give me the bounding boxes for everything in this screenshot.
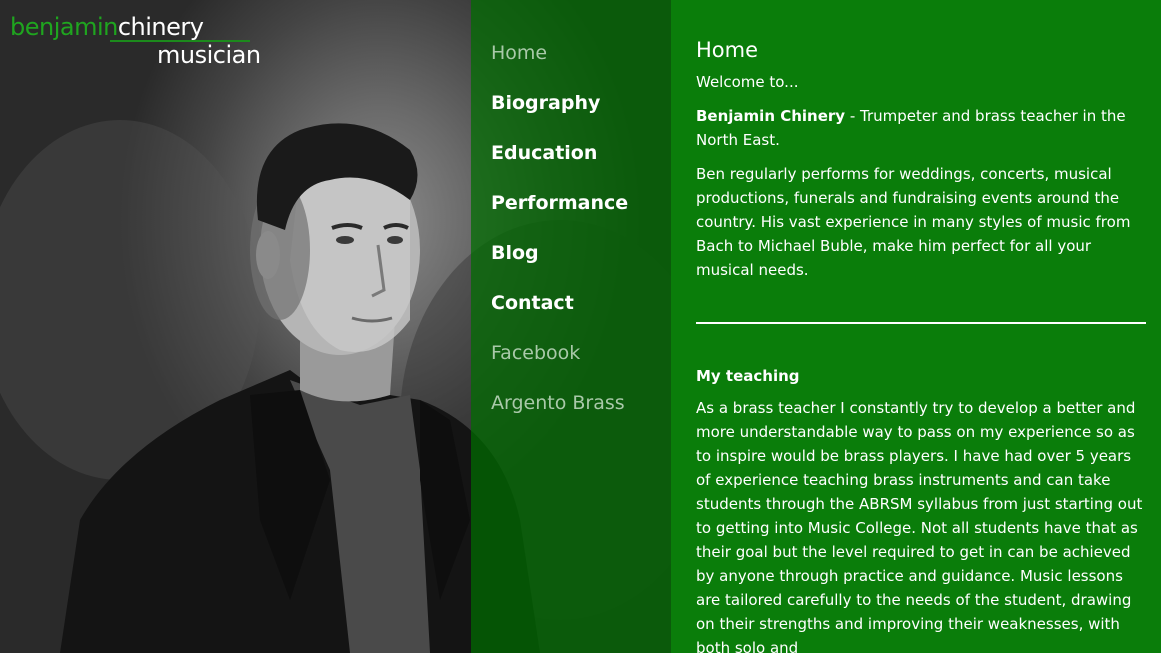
main-navigation: Home Biography Education Performance Blo…: [471, 0, 671, 653]
nav-item-education[interactable]: Education: [491, 141, 597, 165]
main-content: Home Welcome to... Benjamin Chinery - Tr…: [671, 0, 1161, 653]
nav-link-blog[interactable]: Blog: [491, 242, 539, 264]
nav-link-argento-brass[interactable]: Argento Brass: [491, 392, 625, 414]
teaching-paragraph: As a brass teacher I constantly try to d…: [696, 399, 1143, 653]
logo-first-name: benjamin: [10, 13, 118, 41]
nav-link-performance[interactable]: Performance: [491, 192, 628, 214]
nav-item-contact[interactable]: Contact: [491, 291, 574, 315]
section-divider: [696, 322, 1146, 324]
logo-last-name: chinery: [117, 13, 204, 41]
nav-item-blog[interactable]: Blog: [491, 241, 539, 265]
page: benjaminchinery musician Home Biography …: [0, 0, 1161, 653]
page-title: Home: [696, 38, 759, 62]
nav-item-home[interactable]: Home: [491, 41, 547, 65]
nav-item-argento-brass[interactable]: Argento Brass: [491, 391, 625, 415]
content-body: Home Welcome to... Benjamin Chinery - Tr…: [696, 36, 1146, 653]
site-logo[interactable]: benjaminchinery musician: [10, 12, 261, 72]
intro-name: Benjamin Chinery: [696, 107, 846, 125]
teaching-heading: My teaching: [696, 367, 800, 385]
logo-subtitle: musician: [157, 41, 261, 69]
about-paragraph: Ben regularly performs for weddings, con…: [696, 165, 1131, 279]
nav-item-biography[interactable]: Biography: [491, 91, 600, 115]
nav-link-biography[interactable]: Biography: [491, 92, 600, 114]
nav-item-performance[interactable]: Performance: [491, 191, 628, 215]
logo-name: benjaminchinery: [10, 12, 204, 42]
intro-paragraph: Benjamin Chinery - Trumpeter and brass t…: [696, 104, 1146, 152]
nav-link-facebook[interactable]: Facebook: [491, 342, 580, 364]
nav-link-contact[interactable]: Contact: [491, 292, 574, 314]
nav-link-home[interactable]: Home: [491, 42, 547, 64]
nav-item-facebook[interactable]: Facebook: [491, 341, 580, 365]
welcome-text: Welcome to...: [696, 73, 799, 91]
nav-link-education[interactable]: Education: [491, 142, 597, 164]
